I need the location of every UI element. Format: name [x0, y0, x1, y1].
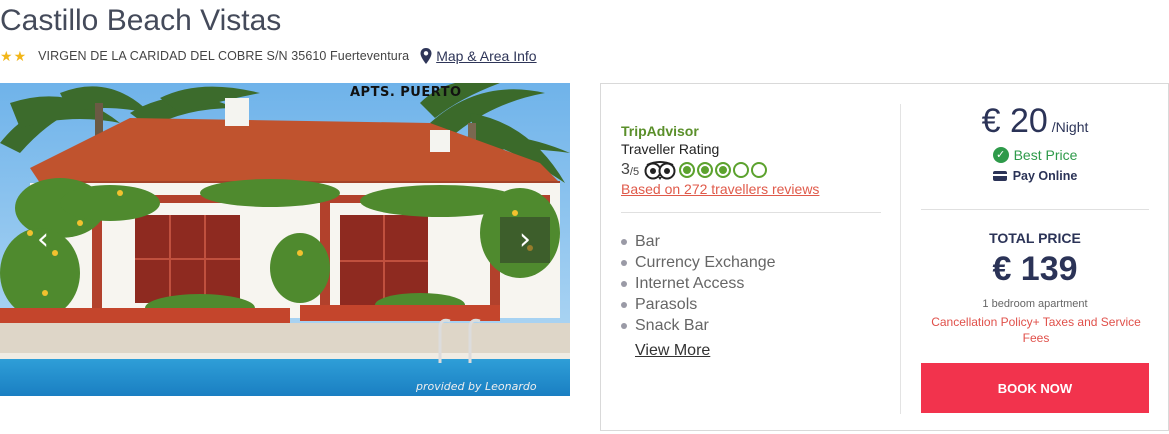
check-circle-icon: ✓ [992, 147, 1009, 163]
hotel-photo[interactable]: APTS. PUERTO provided by Leonardo ‹ › [0, 83, 570, 396]
star-rating: ★ ★ [0, 49, 26, 63]
total-price-label: TOTAL PRICE [989, 230, 1081, 246]
tripadvisor-owl-icon [644, 161, 676, 180]
filled-bubble-icon [679, 162, 696, 178]
photo-credit: provided by Leonardo [416, 380, 537, 393]
hotel-info-card: TripAdvisor Traveller Rating 3 /5 Based … [600, 83, 1169, 431]
nightly-price-block: € 20 /Night ✓ Best Price Pay Online [901, 102, 1169, 183]
address-row: ★ ★ VIRGEN DE LA CARIDAD DEL COBRE S/N 3… [0, 46, 537, 66]
star-icon: ★ [13, 48, 27, 64]
book-now-button[interactable]: BOOK NOW [921, 363, 1149, 413]
hotel-address: VIRGEN DE LA CARIDAD DEL COBRE S/N 35610… [38, 49, 410, 63]
amenity-label: Currency Exchange [635, 253, 776, 271]
amenity-label: Parasols [635, 295, 698, 313]
amenity-label: Bar [635, 232, 660, 250]
divider [921, 209, 1149, 210]
amenity-item: Currency Exchange [621, 252, 776, 273]
best-price-badge: ✓ Best Price [901, 147, 1169, 163]
pay-online-label: Pay Online [1012, 169, 1078, 183]
nightly-price-row: € 20 /Night [901, 102, 1169, 141]
tripadvisor-rating: 3 /5 [621, 160, 768, 180]
chevron-left-icon: ‹ [37, 222, 49, 257]
star-icon: ★ [0, 48, 13, 64]
pay-online-badge: Pay Online [901, 169, 1169, 183]
rating-bubbles [679, 162, 768, 178]
bullet-icon [621, 238, 627, 245]
best-price-label: Best Price [1013, 147, 1078, 163]
reviews-link[interactable]: Based on 272 travellers reviews [621, 181, 819, 197]
cancellation-policy-link[interactable]: Cancellation Policy+ Taxes and Service F… [923, 314, 1149, 346]
bullet-icon [621, 259, 627, 266]
tripadvisor-brand: TripAdvisor [621, 123, 699, 139]
amenity-label: Snack Bar [635, 316, 709, 334]
nightly-unit: /Night [1051, 119, 1089, 135]
bullet-icon [621, 301, 627, 308]
empty-bubble-icon [733, 162, 750, 178]
filled-bubble-icon [697, 162, 714, 178]
gallery-prev-button[interactable]: ‹ [18, 217, 68, 263]
filled-bubble-icon [715, 162, 732, 178]
amenity-item: Parasols [621, 294, 776, 315]
rating-out-of: /5 [629, 166, 640, 178]
empty-bubble-icon [751, 162, 768, 178]
amenity-label: Internet Access [635, 274, 745, 292]
room-type: 1 bedroom apartment [982, 298, 1088, 310]
building-sign: APTS. PUERTO [350, 85, 462, 100]
view-more-link[interactable]: View More [635, 342, 710, 360]
amenity-item: Snack Bar [621, 315, 776, 336]
traveller-rating-label: Traveller Rating [621, 141, 720, 157]
hotel-photo-image [0, 83, 570, 396]
gallery-next-button[interactable]: › [500, 217, 550, 263]
total-price: € 139 [992, 250, 1078, 288]
divider [621, 212, 881, 213]
chevron-right-icon: › [519, 222, 531, 257]
amenity-item: Internet Access [621, 273, 776, 294]
amenities-list: Bar Currency Exchange Internet Access Paras… [621, 231, 776, 336]
map-link-label: Map & Area Info [436, 48, 537, 64]
map-area-link[interactable]: Map & Area Info [419, 47, 537, 65]
credit-card-icon [992, 171, 1007, 181]
bullet-icon [621, 322, 627, 329]
bullet-icon [621, 280, 627, 287]
amenity-item: Bar [621, 231, 776, 252]
rating-score: 3 [621, 161, 630, 178]
map-pin-icon [420, 48, 432, 64]
nightly-price: € 20 [981, 102, 1048, 140]
hotel-name: Castillo Beach Vistas [0, 4, 282, 37]
